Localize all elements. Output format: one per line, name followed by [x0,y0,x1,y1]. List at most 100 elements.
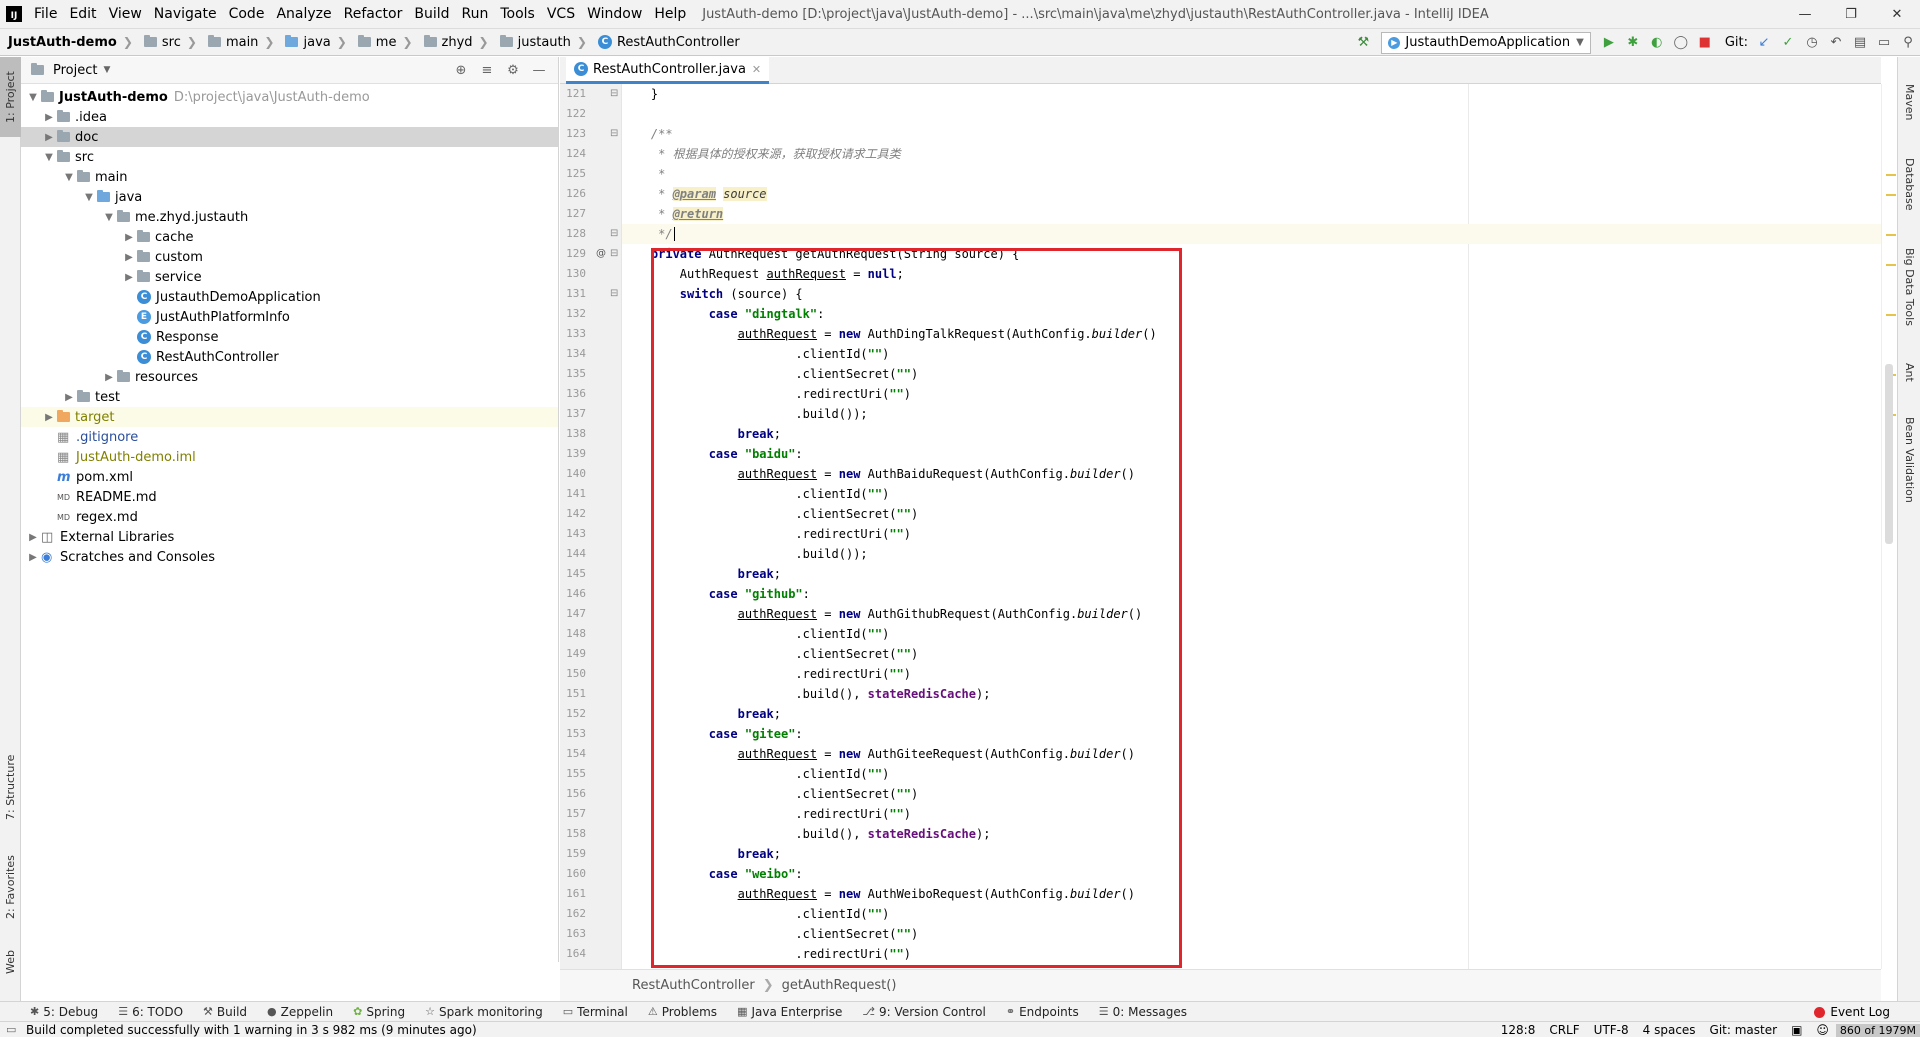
tool-problems[interactable]: ⚠ Problems [638,1005,727,1019]
lock-icon[interactable]: ▣ [1784,1023,1809,1037]
minimize-icon[interactable]: — [1782,0,1828,28]
event-log-button[interactable]: Event Log [1814,1002,1890,1022]
tool-tab-big-data-tools[interactable]: Big Data Tools [1898,232,1920,342]
tree-item-service[interactable]: ▶ service [21,267,558,287]
tool-endpoints[interactable]: ⚭ Endpoints [996,1005,1089,1019]
breadcrumb-class[interactable]: RestAuthController [632,978,755,993]
editor-scrollbar[interactable] [1881,84,1897,969]
coverage-icon[interactable]: ◐ [1645,31,1669,55]
tree-item-custom[interactable]: ▶ custom [21,247,558,267]
collapse-all-icon[interactable]: ≡ [474,63,500,78]
menu-navigate[interactable]: Navigate [148,0,223,28]
run-icon[interactable]: ▶ [1597,31,1621,55]
tool-tab-ant[interactable]: Ant [1898,352,1920,392]
tree-item-cache[interactable]: ▶ cache [21,227,558,247]
project-panel-title[interactable]: Project [53,63,97,78]
memory-indicator[interactable]: 860 of 1979M [1835,1023,1920,1037]
nav-crumb-main[interactable]: main ❯ [200,35,278,50]
stop-icon[interactable]: ■ [1693,31,1717,55]
tree-item-target[interactable]: ▶ target [21,407,558,427]
tree-item-project-root[interactable]: ▼ JustAuth-demo D:\project\java\JustAuth-d… [21,87,558,107]
tree-item-demo-application[interactable]: C JustauthDemoApplication [21,287,558,307]
tree-item-src[interactable]: ▼ src [21,147,558,167]
hide-icon[interactable]: — [526,63,552,78]
close-icon[interactable]: ✕ [752,63,761,76]
tree-item-regex[interactable]: MD regex.md [21,507,558,527]
nav-crumb-project[interactable]: JustAuth-demo ❯ [0,35,136,50]
tool-terminal[interactable]: ▭ Terminal [553,1005,638,1019]
fold-icon[interactable]: ⊟ [610,88,618,99]
tree-item-resources[interactable]: ▶ resources [21,367,558,387]
tree-item-doc[interactable]: ▶ doc [21,127,558,147]
menu-analyze[interactable]: Analyze [270,0,337,28]
override-marker-icon[interactable]: @ [596,248,606,259]
fold-icon[interactable]: ⊟ [610,228,618,239]
nav-crumb-me[interactable]: me ❯ [350,35,416,50]
menu-help[interactable]: Help [648,0,692,28]
menu-run[interactable]: Run [456,0,495,28]
file-encoding[interactable]: UTF-8 [1587,1023,1636,1037]
tool-tab-bean-validation[interactable]: Bean Validation [1898,402,1920,517]
indent-setting[interactable]: 4 spaces [1636,1023,1703,1037]
tool-spring[interactable]: ✿ Spring [343,1005,415,1019]
nav-crumb-java[interactable]: java ❯ [277,35,349,50]
warning-marker[interactable] [1886,194,1896,196]
tool-tab-favorites[interactable]: 2: Favorites [0,847,21,927]
warning-marker[interactable] [1886,264,1896,266]
tool-tab-structure[interactable]: 7: Structure [0,747,21,827]
build-hammer-icon[interactable]: ⚒ [1351,31,1375,55]
search-icon[interactable]: ⚲ [1896,31,1920,55]
tool-build[interactable]: ⚒ Build [193,1005,257,1019]
tree-item-readme[interactable]: MD README.md [21,487,558,507]
profile-icon[interactable]: ◯ [1669,31,1693,55]
tree-item-gitignore[interactable]: ▦ .gitignore [21,427,558,447]
nav-crumb-class[interactable]: C RestAuthController [590,35,743,50]
nav-crumb-zhyd[interactable]: zhyd ❯ [416,35,492,50]
nav-crumb-justauth[interactable]: justauth ❯ [492,35,590,50]
chevron-down-icon[interactable]: ▼ [103,65,110,75]
nav-crumb-src[interactable]: src ❯ [136,35,200,50]
tree-item-idea[interactable]: ▶ .idea [21,107,558,127]
project-structure-icon[interactable]: ▤ [1848,31,1872,55]
close-icon[interactable]: ✕ [1874,0,1920,28]
tool-tab-project[interactable]: 1: Project [0,57,21,137]
tree-item-platform-info[interactable]: E JustAuthPlatformInfo [21,307,558,327]
inspector-icon[interactable]: ☺ [1809,1023,1836,1037]
caret-position[interactable]: 128:8 [1494,1023,1543,1037]
presentation-icon[interactable]: ▭ [1872,31,1896,55]
tool-tab-web[interactable]: Web [0,937,21,987]
tool-todo[interactable]: ☰ 6: TODO [108,1005,193,1019]
tree-item-test[interactable]: ▶ test [21,387,558,407]
tool-java-enterprise[interactable]: ▦ Java Enterprise [727,1005,852,1019]
tool-debug[interactable]: ✱ 5: Debug [0,1005,108,1019]
restore-icon[interactable]: ❐ [1828,0,1874,28]
menu-file[interactable]: File [28,0,63,28]
tool-messages[interactable]: ☰ 0: Messages [1089,1005,1197,1019]
warning-marker[interactable] [1886,314,1896,316]
fold-icon[interactable]: ⊟ [610,288,618,299]
tree-item-response[interactable]: C Response [21,327,558,347]
menu-edit[interactable]: Edit [63,0,102,28]
fold-icon[interactable]: ⊟ [610,248,618,259]
run-configuration-select[interactable]: ▶ JustauthDemoApplication ▼ [1381,31,1591,54]
menu-build[interactable]: Build [408,0,455,28]
editor-tab-rest-auth-controller[interactable]: C RestAuthController.java ✕ [566,57,770,84]
menu-code[interactable]: Code [223,0,271,28]
locate-icon[interactable]: ⊕ [448,63,474,78]
line-separator[interactable]: CRLF [1542,1023,1586,1037]
git-update-icon[interactable]: ↙ [1752,31,1776,55]
menu-vcs[interactable]: VCS [541,0,581,28]
tree-item-package[interactable]: ▼ me.zhyd.justauth [21,207,558,227]
menu-refactor[interactable]: Refactor [338,0,409,28]
tool-tab-database[interactable]: Database [1898,147,1920,222]
menu-window[interactable]: Window [581,0,648,28]
warning-marker[interactable] [1886,174,1896,176]
warning-marker[interactable] [1886,234,1896,236]
tree-item-pom[interactable]: m pom.xml [21,467,558,487]
breadcrumb-method[interactable]: getAuthRequest() [782,978,897,993]
tool-spark-monitoring[interactable]: ☆ Spark monitoring [415,1005,553,1019]
tool-zeppelin[interactable]: ● Zeppelin [257,1005,343,1019]
debug-icon[interactable]: ✱ [1621,31,1645,55]
git-history-icon[interactable]: ◷ [1800,31,1824,55]
tree-item-java[interactable]: ▼ java [21,187,558,207]
